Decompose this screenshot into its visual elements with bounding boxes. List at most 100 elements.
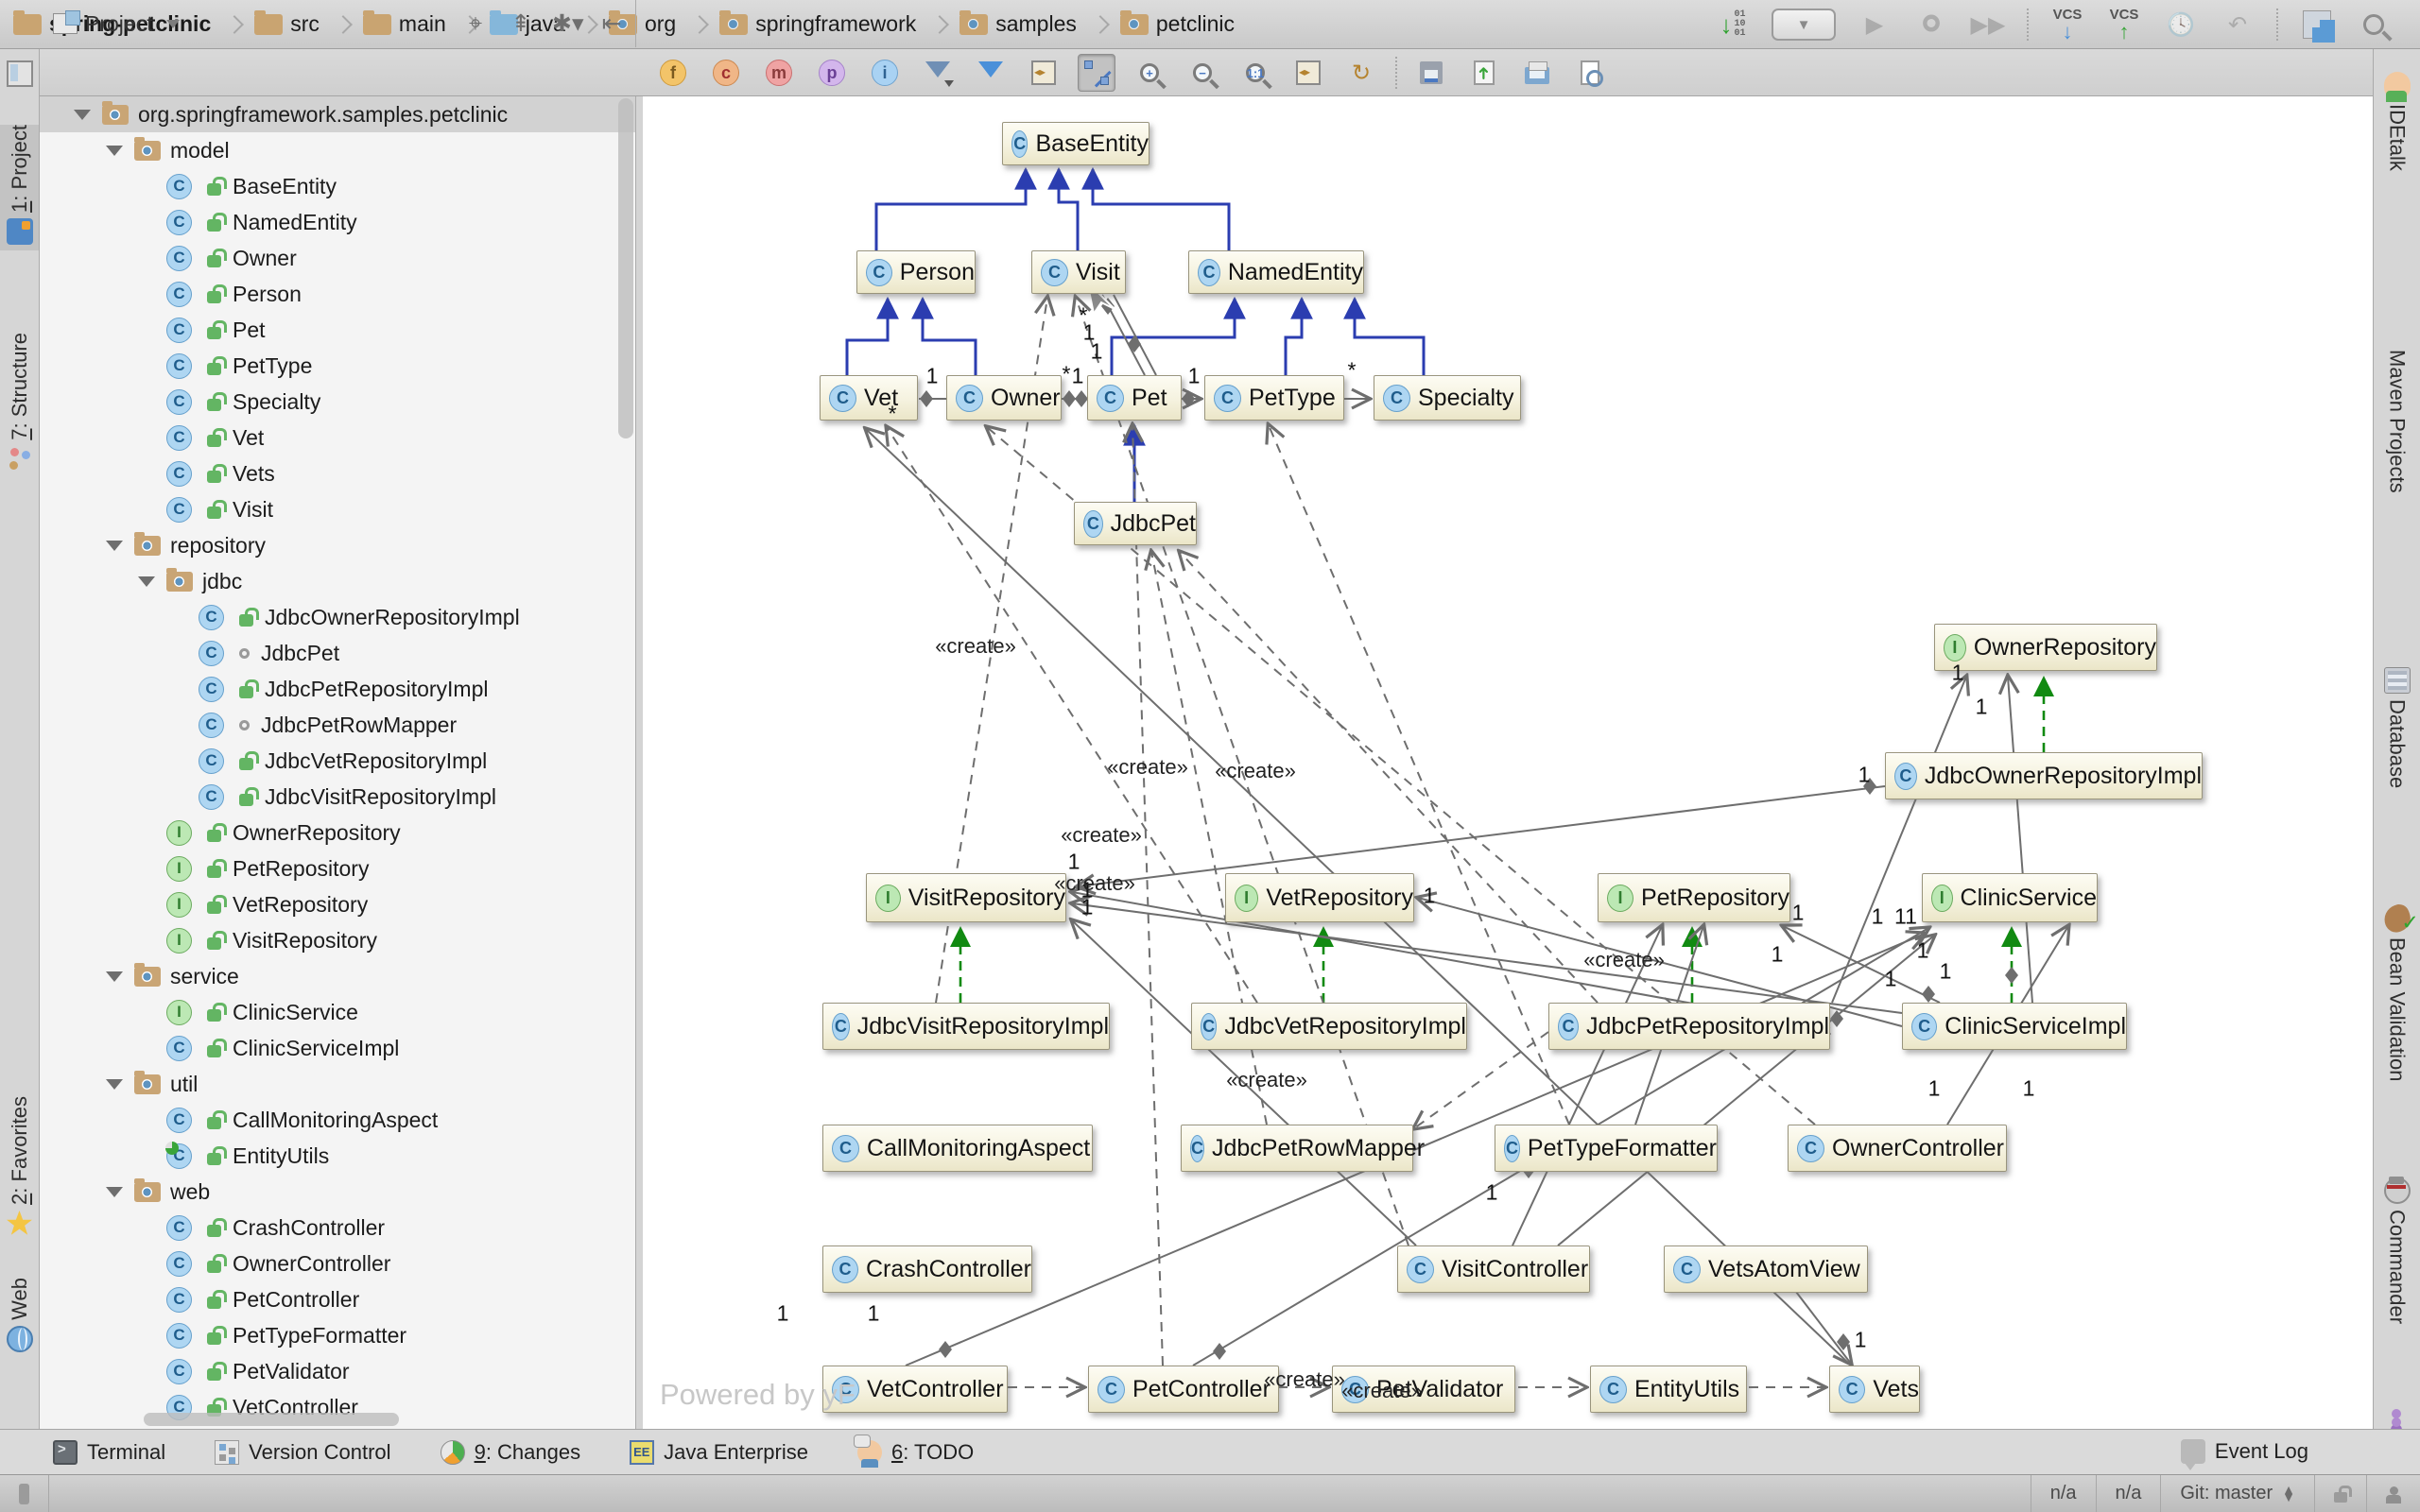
expand-arrow-icon[interactable]: [106, 1186, 123, 1197]
tree-row-jdbc[interactable]: jdbc: [40, 563, 635, 599]
vcs-commit-button[interactable]: VCS ↑: [2106, 7, 2142, 43]
save-diagram-button[interactable]: [1412, 54, 1450, 92]
diagram-node-Visit[interactable]: C Visit: [1031, 250, 1126, 294]
toolwindow-web[interactable]: Web: [0, 1278, 39, 1358]
toolwindow-terminal[interactable]: Terminal: [53, 1439, 165, 1465]
toolwindow-commander[interactable]: Commander: [2374, 1172, 2420, 1324]
show-fields-toggle[interactable]: f: [654, 54, 692, 92]
toolwindow-version-control[interactable]: Version Control: [215, 1439, 391, 1465]
tree-row-JdbcPetRowMapper[interactable]: C JdbcPetRowMapper: [40, 707, 635, 743]
expand-arrow-icon[interactable]: [106, 971, 123, 982]
show-dependencies-button[interactable]: [1025, 54, 1063, 92]
tree-row-repository[interactable]: repository: [40, 527, 635, 563]
project-structure-button[interactable]: [2299, 7, 2335, 43]
tree-row-Visit[interactable]: C Visit: [40, 491, 635, 527]
breadcrumb-item-springframework[interactable]: springframework: [719, 0, 916, 48]
expand-arrow-icon[interactable]: [138, 576, 155, 587]
diagram-node-NamedEntity[interactable]: C NamedEntity: [1188, 250, 1364, 294]
diagram-node-Person[interactable]: C Person: [856, 250, 976, 294]
expand-arrow-icon[interactable]: [106, 540, 123, 551]
tree-row-Vets[interactable]: C Vets: [40, 455, 635, 491]
toolwindow-favorites[interactable]: 2: Favorites: [0, 1096, 39, 1243]
visibility-filter-dropdown[interactable]: [919, 54, 957, 92]
export-to-file-button[interactable]: [1465, 54, 1503, 92]
tree-row-model[interactable]: model: [40, 132, 635, 168]
tree-row-JdbcOwnerRepositoryImpl[interactable]: C JdbcOwnerRepositoryImpl: [40, 599, 635, 635]
diagram-node-VetsAtomView[interactable]: C VetsAtomView: [1664, 1246, 1868, 1293]
diagram-node-Owner[interactable]: C Owner: [946, 375, 1062, 421]
toolwindow-toggle-button[interactable]: [0, 1475, 49, 1512]
diagram-node-EntityUtils[interactable]: C EntityUtils: [1590, 1366, 1747, 1413]
diagram-node-PetType[interactable]: C PetType: [1204, 375, 1344, 421]
diagram-node-VetRepository[interactable]: I VetRepository: [1225, 873, 1414, 922]
tree-row-CrashController[interactable]: C CrashController: [40, 1210, 635, 1246]
hector-widget[interactable]: [2366, 1475, 2420, 1512]
toolwindow-bars-icon[interactable]: [7, 60, 33, 87]
tree-row-PetType[interactable]: C PetType: [40, 348, 635, 384]
tree-row-service[interactable]: service: [40, 958, 635, 994]
show-constructors-toggle[interactable]: c: [707, 54, 745, 92]
toolwindow-maven[interactable]: Maven Projects: [2374, 312, 2420, 493]
diagram-node-JdbcOwnerRepositoryImpl[interactable]: C JdbcOwnerRepositoryImpl: [1885, 752, 2203, 799]
breadcrumb-item-samples[interactable]: samples: [959, 0, 1077, 48]
toolwindow-changes[interactable]: 9: Changes: [440, 1439, 580, 1465]
tree-row-Owner[interactable]: C Owner: [40, 240, 635, 276]
tree-row-EntityUtils[interactable]: C EntityUtils: [40, 1138, 635, 1174]
diagram-node-JdbcPet[interactable]: C JdbcPet: [1074, 502, 1197, 545]
tree-row-PetTypeFormatter[interactable]: C PetTypeFormatter: [40, 1317, 635, 1353]
tree-row-web[interactable]: web: [40, 1174, 635, 1210]
tree-row-PetValidator[interactable]: C PetValidator: [40, 1353, 635, 1389]
diagram-node-OwnerController[interactable]: C OwnerController: [1788, 1125, 2007, 1172]
toolwindow-bean-validation[interactable]: Bean Validation: [2374, 900, 2420, 1082]
diagram-node-VisitRepository[interactable]: I VisitRepository: [866, 873, 1066, 922]
diagram-node-JdbcVetRepositoryImpl[interactable]: C JdbcVetRepositoryImpl: [1191, 1003, 1467, 1050]
locate-button[interactable]: ⌖: [461, 10, 490, 38]
tree-row-OwnerController[interactable]: C OwnerController: [40, 1246, 635, 1281]
vcs-update-button[interactable]: VCS ↓: [2049, 7, 2085, 43]
tree-row-VisitRepository[interactable]: I VisitRepository: [40, 922, 635, 958]
tree-vertical-scrollbar[interactable]: [618, 98, 633, 438]
expand-arrow-icon[interactable]: [106, 1078, 123, 1090]
diagram-node-ClinicService[interactable]: I ClinicService: [1922, 873, 2098, 922]
toolwindow-idetalk[interactable]: IDEtalk: [2374, 66, 2420, 171]
diagram-node-Vet[interactable]: C Vet: [820, 375, 918, 421]
print-button[interactable]: [1518, 54, 1556, 92]
tree-row-Specialty[interactable]: C Specialty: [40, 384, 635, 420]
toolwindow-project[interactable]: 1: Project: [0, 125, 39, 250]
diagram-node-Specialty[interactable]: C Specialty: [1374, 375, 1521, 421]
diagram-node-PetController[interactable]: C PetController: [1088, 1366, 1279, 1413]
zoom-in-button[interactable]: +: [1131, 54, 1168, 92]
diagram-node-Pet[interactable]: C Pet: [1087, 375, 1182, 421]
diagram-node-JdbcVisitRepositoryImpl[interactable]: C JdbcVisitRepositoryImpl: [822, 1003, 1110, 1050]
toolwindow-structure[interactable]: 7: Structure: [0, 333, 39, 478]
update-project-button[interactable]: ↓ 01 10 01: [1715, 7, 1751, 43]
diagram-node-Vets[interactable]: C Vets: [1829, 1366, 1920, 1413]
settings-gear-button[interactable]: ✱▾: [552, 9, 584, 38]
diagram-node-PetRepository[interactable]: I PetRepository: [1598, 873, 1790, 922]
diagram-node-PetTypeFormatter[interactable]: C PetTypeFormatter: [1495, 1125, 1718, 1172]
tree-row-BaseEntity[interactable]: C BaseEntity: [40, 168, 635, 204]
diagram-node-VisitController[interactable]: C VisitController: [1397, 1246, 1590, 1293]
scope-filter-button[interactable]: [972, 54, 1010, 92]
tree-row-org.springframework.samples.petclinic[interactable]: org.springframework.samples.petclinic: [40, 96, 635, 132]
apply-layout-button[interactable]: ↻: [1342, 54, 1380, 92]
expand-arrow-icon[interactable]: [106, 145, 123, 156]
toolwindow-todo[interactable]: 6: TODO: [853, 1434, 974, 1468]
tree-row-OwnerRepository[interactable]: I OwnerRepository: [40, 815, 635, 850]
tree-row-CallMonitoringAspect[interactable]: C CallMonitoringAspect: [40, 1102, 635, 1138]
toolwindow-java-enterprise[interactable]: Java Enterprise: [630, 1439, 808, 1465]
line-tool-button[interactable]: [1078, 54, 1115, 92]
tree-row-JdbcVisitRepositoryImpl[interactable]: C JdbcVisitRepositoryImpl: [40, 779, 635, 815]
print-preview-button[interactable]: [1571, 54, 1609, 92]
tree-row-Person[interactable]: C Person: [40, 276, 635, 312]
diagram-node-OwnerRepository[interactable]: I OwnerRepository: [1934, 624, 2157, 671]
tree-row-JdbcPetRepositoryImpl[interactable]: C JdbcPetRepositoryImpl: [40, 671, 635, 707]
run-configuration-combo[interactable]: ▼: [1772, 9, 1836, 41]
breadcrumb-item-petclinic[interactable]: petclinic: [1119, 0, 1235, 48]
git-branch-widget[interactable]: Git: master ▲ ▼: [2160, 1475, 2314, 1512]
expand-arrow-icon[interactable]: [74, 109, 91, 120]
tree-row-JdbcVetRepositoryImpl[interactable]: C JdbcVetRepositoryImpl: [40, 743, 635, 779]
tree-horizontal-scrollbar[interactable]: [144, 1413, 399, 1426]
collapse-all-button[interactable]: ⇞: [507, 9, 535, 38]
fit-content-button[interactable]: [1289, 54, 1327, 92]
